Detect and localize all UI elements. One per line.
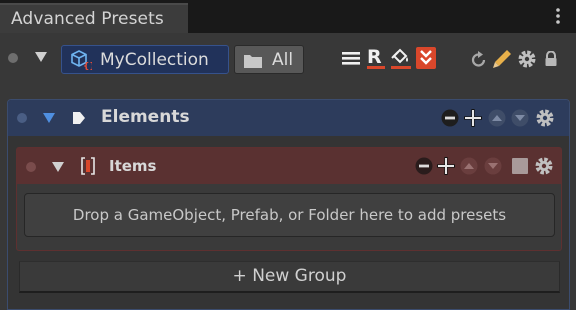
presets-panel: {} MyCollection All R [0,33,576,310]
plus-icon[interactable] [463,108,483,128]
folder-filter-button[interactable]: All [234,45,304,74]
tag-icon [72,111,86,125]
foldout-triangle-icon[interactable] [34,51,48,63]
items-group-header[interactable]: Items [17,148,561,184]
minus-icon[interactable] [415,157,433,175]
elements-group: Elements Items Drop a GameObject, Prefab… [7,99,570,310]
move-down-icon[interactable] [511,109,529,127]
gear-icon[interactable] [534,156,554,176]
window-tab-title: Advanced Presets [11,9,164,29]
drop-zone-text: Drop a GameObject, Prefab, or Folder her… [72,206,507,224]
kebab-menu-icon[interactable] [550,6,566,26]
gear-icon[interactable] [517,49,537,69]
checkbox-icon[interactable] [511,157,529,175]
fill-icon[interactable] [390,46,412,70]
items-group: Items Drop a GameObject, Prefab, or Fold… [16,147,562,251]
refresh-icon[interactable] [470,51,488,69]
rename-icon[interactable]: R [366,46,386,70]
items-group-title: Items [109,157,157,175]
pencil-icon[interactable] [492,49,512,69]
status-dot [26,162,36,172]
folder-icon [244,54,262,68]
move-up-icon[interactable] [460,157,478,175]
gear-icon[interactable] [535,108,555,128]
collection-field-label: MyCollection [100,50,209,70]
svg-text:R: R [367,46,382,68]
new-group-label: + New Group [232,266,347,286]
new-group-button[interactable]: + New Group [19,261,560,293]
bracket-icon [81,157,95,175]
window-tab-bar: Advanced Presets [0,0,576,33]
elements-group-title: Elements [101,107,190,127]
foldout-triangle-icon[interactable] [51,161,65,173]
status-dot [17,113,27,123]
minus-icon[interactable] [441,109,459,127]
folder-filter-label: All [272,50,294,70]
foldout-triangle-icon[interactable] [42,112,56,124]
status-dot [8,53,18,63]
list-icon[interactable] [341,50,361,66]
plus-icon[interactable] [436,156,456,176]
collapse-all-icon[interactable] [416,47,436,69]
collection-object-field[interactable]: {} MyCollection [61,45,229,74]
svg-text:{}: {} [83,62,92,70]
preset-drop-zone[interactable]: Drop a GameObject, Prefab, or Folder her… [24,193,555,237]
move-down-icon[interactable] [484,157,502,175]
elements-group-header[interactable]: Elements [8,100,569,136]
move-up-icon[interactable] [488,109,506,127]
prefab-cube-icon: {} [70,50,92,70]
window-tab[interactable]: Advanced Presets [0,3,188,33]
lock-icon[interactable] [544,51,558,67]
